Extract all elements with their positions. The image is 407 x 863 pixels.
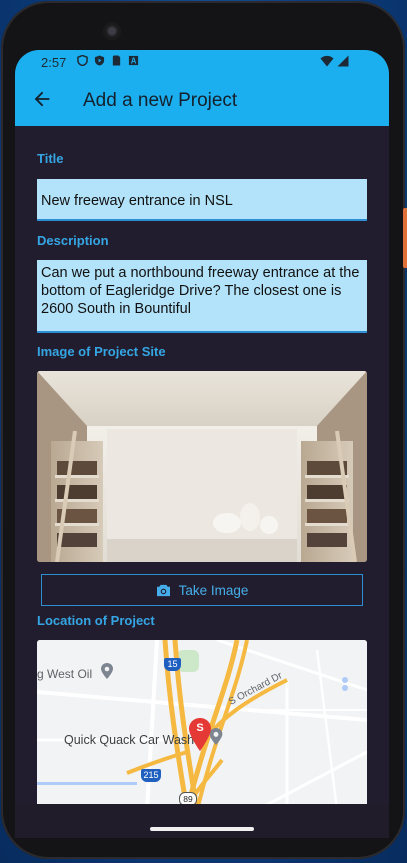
room-photo: [37, 371, 367, 562]
navigation-bar: [15, 804, 389, 838]
app-bar: 2:57 A Add a new Project: [15, 50, 389, 126]
wifi-icon: [320, 55, 334, 67]
status-right-icons: [320, 55, 349, 67]
arrow-back-icon[interactable]: [31, 88, 53, 110]
shield-icon: [77, 55, 88, 66]
screen: 2:57 A Add a new Project Title New freew…: [15, 50, 389, 838]
title-label: Title: [37, 151, 64, 166]
status-bar: 2:57 A: [15, 50, 389, 74]
take-image-label: Take Image: [178, 582, 249, 598]
status-time: 2:57: [41, 55, 67, 70]
description-label: Description: [37, 233, 109, 248]
a-icon: A: [128, 55, 139, 66]
title-field[interactable]: New freeway entrance in NSL: [37, 179, 367, 221]
marker-letter: S: [196, 722, 204, 734]
sim-card-icon: [112, 55, 121, 66]
power-button: [403, 208, 407, 268]
svg-text:A: A: [131, 57, 137, 66]
map-pin-icon: [209, 728, 223, 745]
location-marker-icon[interactable]: S: [189, 718, 211, 752]
home-indicator[interactable]: [150, 827, 254, 831]
page-title: Add a new Project: [83, 90, 238, 111]
play-protect-icon: [94, 55, 105, 66]
map-place-car-wash: Quick Quack Car Wash: [64, 733, 195, 747]
front-camera: [103, 22, 121, 40]
cellular-icon: [337, 55, 349, 67]
take-image-button[interactable]: Take Image: [41, 574, 363, 606]
image-label: Image of Project Site: [37, 344, 166, 359]
map-pin-icon: [101, 663, 113, 679]
highway-shield-215: 215: [141, 769, 161, 782]
location-label: Location of Project: [37, 613, 155, 628]
map-place-west-oil: g West Oil: [37, 667, 93, 681]
project-location-map[interactable]: g West Oil Quick Quack Car Wash S Orchar…: [37, 640, 367, 810]
description-field[interactable]: Can we put a northbound freeway entrance…: [37, 260, 367, 333]
highway-shield-15: 15: [164, 658, 181, 671]
status-left-icons: A: [77, 55, 139, 66]
project-site-image: [37, 371, 367, 562]
camera-icon: [156, 584, 170, 596]
